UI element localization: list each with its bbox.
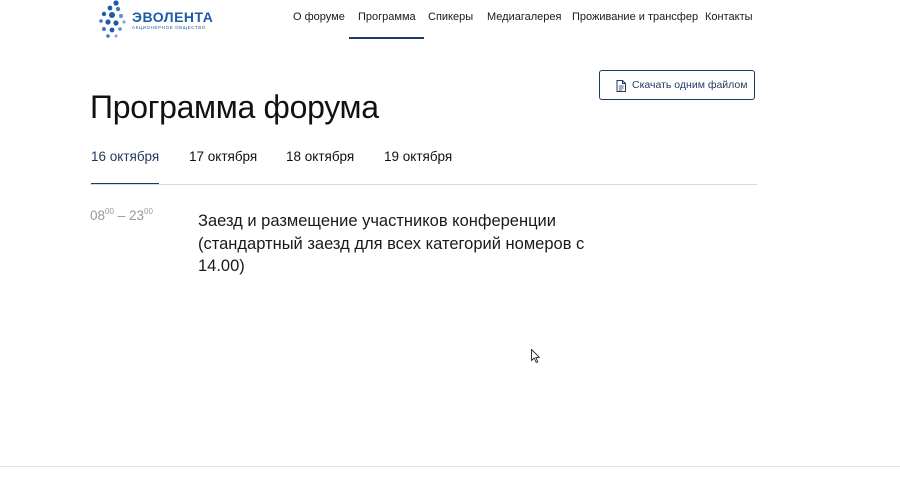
event-end-hour: 23 bbox=[128, 208, 145, 223]
nav-item-speakers[interactable]: Спикеры bbox=[428, 11, 473, 23]
tabs-divider bbox=[90, 184, 757, 185]
download-file-button[interactable]: Скачать одним файлом bbox=[599, 70, 755, 100]
event-end-minutes: 00 bbox=[144, 207, 153, 216]
nav-item-accommodation[interactable]: Проживание и трансфер bbox=[572, 11, 698, 23]
date-tabs: 16 октября 17 октября 18 октября 19 октя… bbox=[90, 140, 757, 186]
footer-divider bbox=[0, 466, 900, 467]
page-title: Программа форума bbox=[90, 89, 379, 126]
mouse-cursor-icon bbox=[531, 349, 540, 363]
nav-item-about[interactable]: О форуме bbox=[293, 11, 345, 23]
download-button-label: Скачать одним файлом bbox=[632, 79, 748, 91]
event-description: Заезд и размещение участников конференци… bbox=[198, 212, 585, 275]
event-time: 0800 – 2300 bbox=[90, 207, 153, 223]
nav-item-program[interactable]: Программа bbox=[349, 11, 424, 39]
event-time-separator: – bbox=[117, 208, 126, 223]
event-start-hour: 08 bbox=[90, 208, 106, 223]
nav-item-contacts[interactable]: Контакты bbox=[705, 11, 753, 23]
tab-18-october[interactable]: 18 октября bbox=[286, 149, 354, 164]
schedule-item: 0800 – 2300 Заезд и размещение участнико… bbox=[90, 206, 690, 286]
tab-19-october[interactable]: 19 октября bbox=[384, 149, 452, 164]
tab-16-october[interactable]: 16 октября bbox=[91, 149, 160, 185]
tab-17-october[interactable]: 17 октября bbox=[189, 149, 257, 164]
event-start-minutes: 00 bbox=[105, 207, 114, 216]
document-icon bbox=[616, 80, 626, 92]
site-header: ЭВОЛЕНТА АКЦИОНЕРНОЕ ОБЩЕСТВО О форуме П… bbox=[0, 0, 900, 42]
main-nav: О форуме Программа Спикеры Медиагалерея … bbox=[0, 11, 900, 39]
nav-item-media-gallery[interactable]: Медиагалерея bbox=[487, 11, 561, 23]
